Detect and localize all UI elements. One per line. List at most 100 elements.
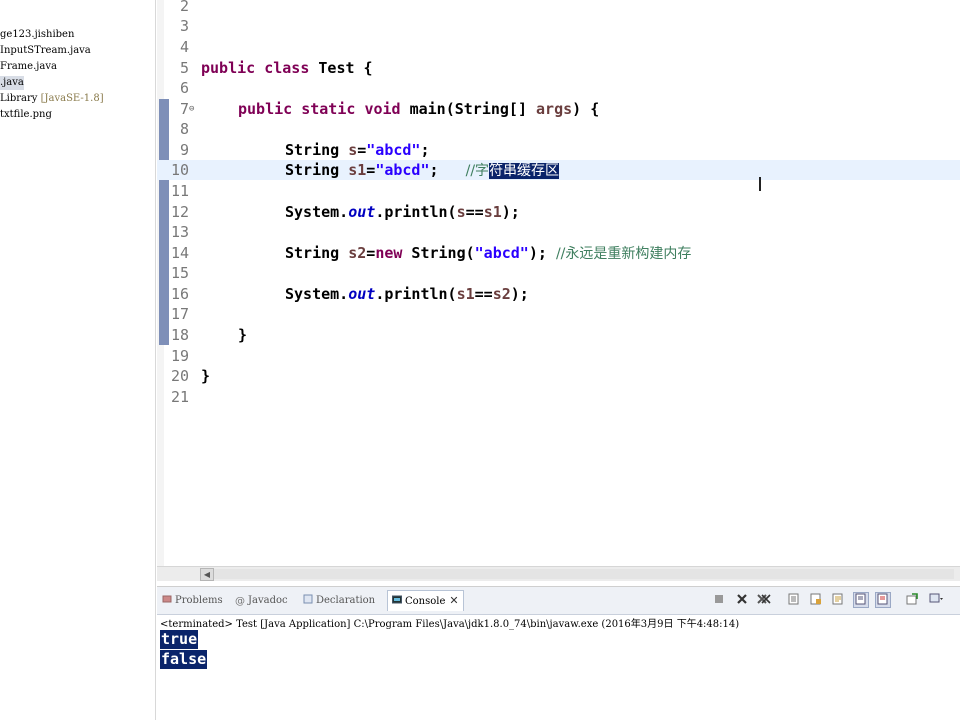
local-var: s1 — [348, 161, 367, 179]
editor-horizontal-scrollbar[interactable]: ◀ — [157, 566, 960, 581]
code-text: String s1="abcd"; //字符串缓存区 — [285, 160, 560, 181]
tab-problems[interactable]: Problems — [162, 591, 223, 611]
tree-item-jre-library[interactable]: Library [JavaSE-1.8] — [0, 92, 104, 106]
code-line: 21 — [157, 387, 960, 407]
line-number: 8 — [179, 120, 189, 138]
ibeam-cursor-icon — [759, 177, 761, 191]
clear-console-icon[interactable] — [787, 593, 801, 607]
tab-label: Javadoc — [248, 595, 288, 606]
code-token: String — [285, 161, 349, 179]
line-number: 5 — [179, 59, 189, 77]
tree-item-txtfile[interactable]: txtfile.png — [0, 108, 52, 122]
tree-item-label: InputSTream.java — [0, 45, 91, 56]
console-output-line[interactable]: true — [160, 630, 199, 649]
line-number: 15 — [170, 264, 189, 282]
tree-item-label: Frame.java — [0, 61, 57, 72]
code-token: .println( — [375, 285, 457, 303]
static-field: out — [348, 285, 376, 303]
scrollbar-track[interactable] — [214, 569, 954, 579]
tab-console[interactable]: Console ✕ — [387, 590, 464, 611]
tree-item-label: .java — [0, 77, 24, 88]
tree-item-jishiben[interactable]: ge123.jishiben — [0, 28, 74, 42]
remove-launch-icon[interactable] — [735, 593, 749, 607]
code-token: System. — [285, 285, 349, 303]
tree-item-frame[interactable]: Frame.java — [0, 60, 57, 74]
code-token: ); — [528, 244, 556, 262]
local-var: s1 — [456, 285, 475, 303]
code-token: = — [357, 141, 367, 159]
scroll-lock-icon[interactable] — [809, 593, 823, 607]
terminate-icon[interactable] — [712, 593, 726, 607]
remove-all-icon[interactable] — [757, 593, 771, 607]
code-text: public static void main(String[] args) { — [238, 99, 599, 119]
show-on-error-icon[interactable] — [875, 592, 891, 608]
line-number: 7 — [179, 100, 189, 118]
code-token: = — [366, 244, 376, 262]
display-selected-console-icon[interactable] — [929, 593, 943, 607]
line-number: 20 — [170, 367, 189, 385]
pin-console-icon[interactable] — [905, 593, 919, 607]
line-number: 9 — [179, 141, 189, 159]
word-wrap-icon[interactable] — [831, 593, 845, 607]
local-var: s — [456, 203, 466, 221]
line-number: 14 — [170, 244, 189, 262]
code-text: } — [238, 326, 248, 344]
code-text: } — [201, 367, 211, 385]
local-var: s2 — [492, 285, 511, 303]
keyword: public — [238, 100, 293, 118]
keyword: static — [301, 100, 356, 118]
local-var: s2 — [348, 244, 367, 262]
string-literal: "abcd" — [474, 244, 529, 262]
line-number: 11 — [170, 182, 189, 200]
code-line: 13 — [157, 222, 960, 242]
code-line: 12 System.out.println(s==s1); — [157, 202, 960, 222]
code-token: = — [366, 161, 376, 179]
code-token: Test { — [309, 59, 373, 77]
tab-label: Console — [405, 596, 446, 607]
line-number: 4 — [179, 38, 189, 56]
view-tab-bar: Problems @ Javadoc Declaration Console ✕ — [157, 587, 960, 615]
close-icon[interactable]: ✕ — [449, 594, 458, 607]
code-token: ; — [420, 141, 430, 159]
static-field: out — [348, 203, 376, 221]
console-output-line[interactable]: false — [160, 650, 208, 669]
tree-item-version: [JavaSE-1.8] — [40, 93, 104, 104]
tab-label: Declaration — [316, 595, 376, 606]
scroll-left-arrow-icon[interactable]: ◀ — [200, 568, 214, 581]
code-text: System.out.println(s1==s2); — [285, 284, 529, 304]
problems-icon — [162, 595, 172, 603]
tree-item-inputstream[interactable]: InputSTream.java — [0, 44, 91, 58]
show-on-output-icon[interactable] — [853, 592, 869, 608]
bottom-view-stack: Problems @ Javadoc Declaration Console ✕ <… — [157, 586, 960, 721]
line-number: 19 — [170, 347, 189, 365]
code-line: 18 } — [157, 325, 960, 345]
keyword: void — [364, 100, 401, 118]
tree-item-test-java[interactable]: .java — [0, 76, 24, 90]
line-number: 3 — [179, 17, 189, 35]
code-token: ); — [501, 203, 520, 221]
keyword: new — [375, 244, 403, 262]
code-line: 4 — [157, 37, 960, 57]
local-var: s1 — [483, 203, 502, 221]
code-token: main(String[] — [400, 100, 537, 118]
local-var: s — [348, 141, 358, 159]
code-line: 17 — [157, 304, 960, 324]
tab-declaration[interactable]: Declaration — [303, 591, 375, 611]
code-token: ; — [429, 161, 466, 179]
code-token: ) { — [572, 100, 600, 118]
line-number: 10 — [170, 161, 189, 179]
code-text: public class Test { — [201, 58, 373, 78]
line-number: 18 — [170, 326, 189, 344]
java-editor[interactable]: 2 3 4 5 public class Test { 6 7 ⊖ public… — [157, 0, 960, 568]
console-process-header: <terminated> Test [Java Application] C:\… — [160, 619, 740, 630]
code-line: 5 public class Test { — [157, 58, 960, 78]
package-explorer: ge123.jishiben InputSTream.java Frame.ja… — [0, 0, 156, 720]
tab-javadoc[interactable]: @ Javadoc — [235, 591, 288, 611]
code-line: 6 — [157, 78, 960, 98]
line-number: 6 — [179, 79, 189, 97]
string-literal: "abcd" — [366, 141, 421, 159]
fold-collapse-icon[interactable]: ⊖ — [189, 104, 194, 114]
declaration-icon — [303, 594, 313, 604]
keyword: class — [264, 59, 310, 77]
keyword: public — [201, 59, 256, 77]
